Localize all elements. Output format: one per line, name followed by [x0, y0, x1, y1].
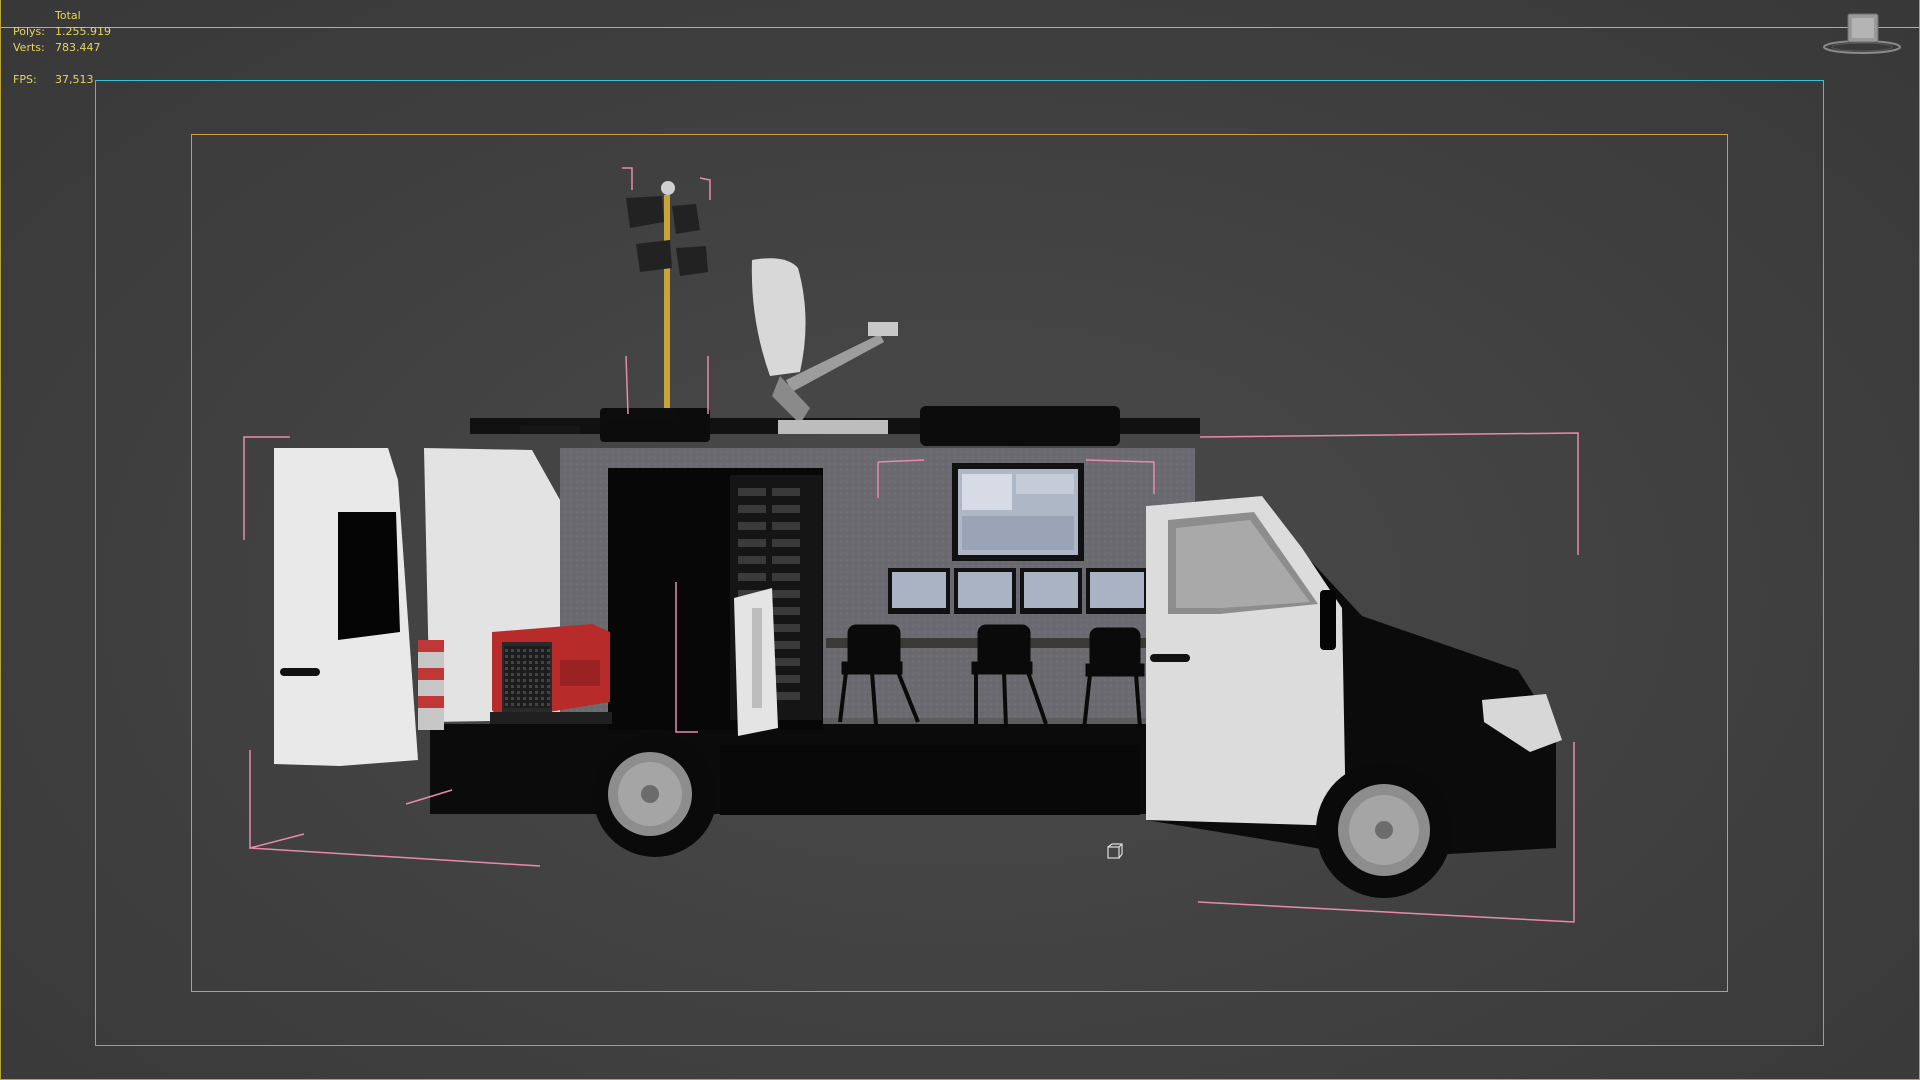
verts-value: 783.447 [55, 41, 101, 54]
fps-row: FPS: 37,513 [13, 72, 111, 88]
stats-title: Total [55, 9, 81, 22]
stats-spacer [13, 56, 111, 72]
polys-label: Polys: [13, 25, 45, 38]
fps-label: FPS: [13, 73, 37, 86]
polys-row: Polys: 1.255.919 [13, 24, 111, 40]
viewcube-icon[interactable] [1822, 12, 1902, 56]
fps-value: 37,513 [55, 73, 94, 86]
pivot-cube-icon[interactable] [1106, 842, 1124, 860]
viewport-statistics: Total Polys: 1.255.919 Verts: 783.447 FP… [13, 8, 111, 88]
polys-value: 1.255.919 [55, 25, 111, 38]
verts-label: Verts: [13, 41, 45, 54]
3d-viewport[interactable]: Total Polys: 1.255.919 Verts: 783.447 FP… [0, 0, 1920, 1080]
action-safe-frame [191, 134, 1728, 992]
verts-row: Verts: 783.447 [13, 40, 111, 56]
